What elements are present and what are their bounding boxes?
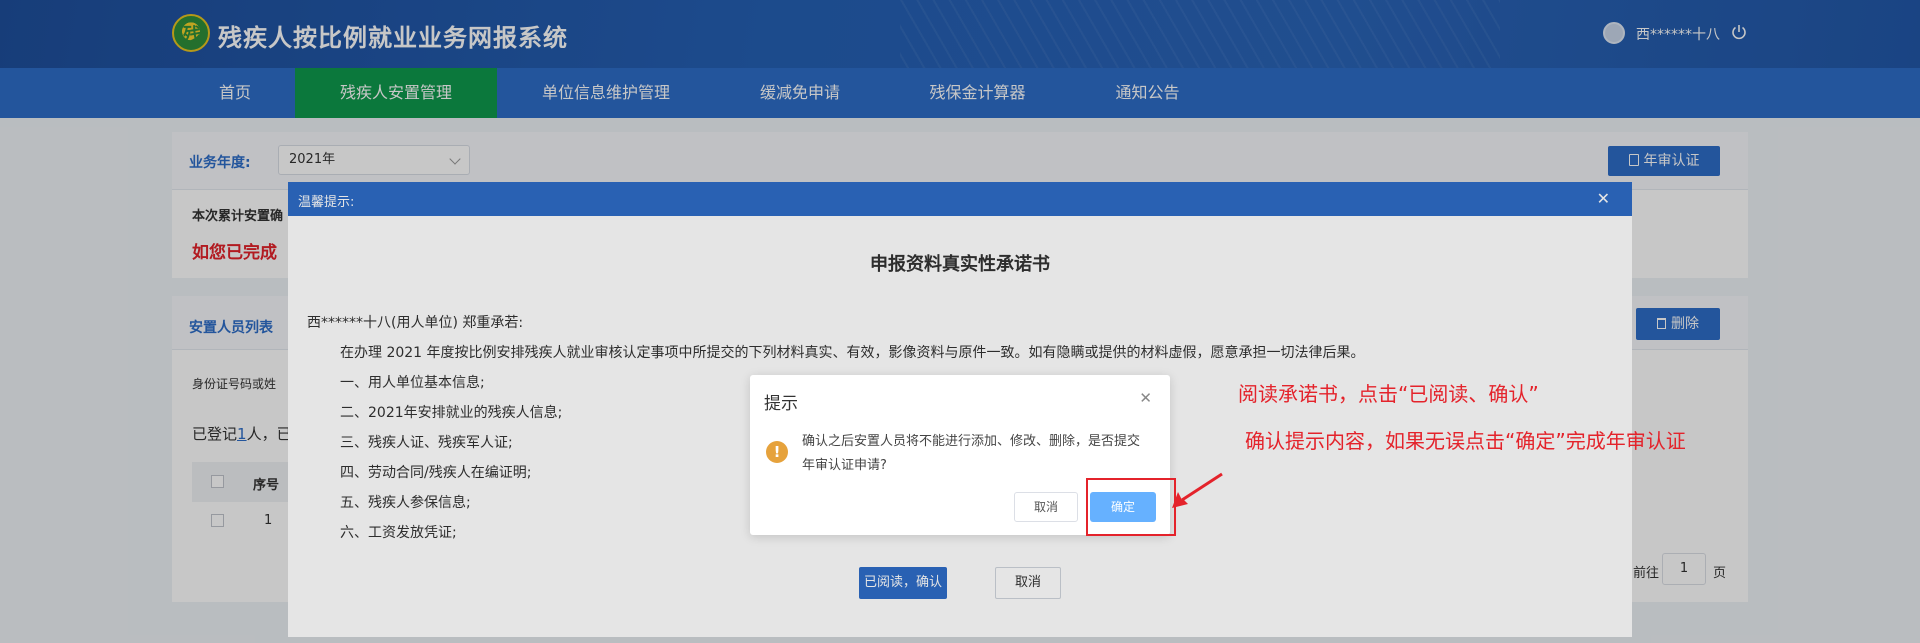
annotation-line1: 阅读承诺书，点击“已阅读、确认” <box>1238 382 1539 406</box>
confirm-cancel-button[interactable]: 取消 <box>1014 492 1078 522</box>
confirm-close-icon[interactable]: ✕ <box>1139 389 1152 407</box>
arrow-icon <box>1172 472 1223 508</box>
annotation-line2: 确认提示内容，如果无误点击“确定”完成年审认证 <box>1245 429 1686 453</box>
highlight-box <box>1086 478 1176 536</box>
confirm-title: 提示 <box>764 394 798 414</box>
warning-icon: ! <box>766 441 788 463</box>
confirm-message: 确认之后安置人员将不能进行添加、修改、删除，是否提交年审认证申请? <box>802 434 1141 473</box>
